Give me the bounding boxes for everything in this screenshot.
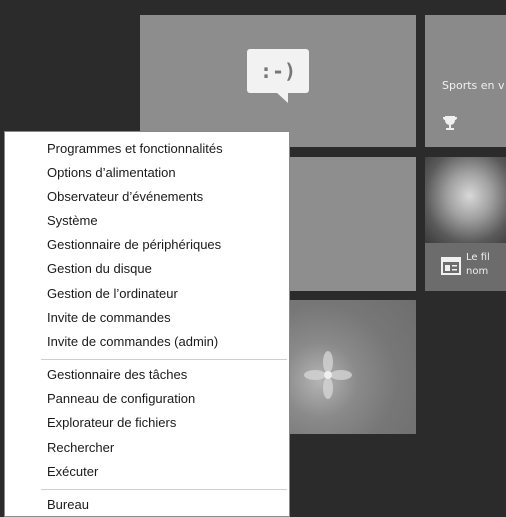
speech-bubble-icon: :-) bbox=[247, 49, 309, 93]
news-headline-line1: Le fil bbox=[466, 252, 490, 263]
menu-item-desktop[interactable]: Bureau bbox=[47, 497, 89, 513]
menu-item-event-viewer[interactable]: Observateur d’événements bbox=[47, 189, 203, 205]
menu-item-power-options[interactable]: Options d’alimentation bbox=[47, 165, 176, 181]
context-menu: Programmes et fonctionnalités Options d’… bbox=[4, 131, 290, 517]
emoticon-text: :-) bbox=[259, 59, 297, 83]
sports-tile-label: Sports en v bbox=[442, 79, 505, 92]
news-tile[interactable]: Le fil nom bbox=[425, 157, 506, 291]
menu-item-device-manager[interactable]: Gestionnaire de périphériques bbox=[47, 237, 221, 253]
menu-item-command-prompt[interactable]: Invite de commandes bbox=[47, 310, 171, 326]
menu-item-command-prompt-admin[interactable]: Invite de commandes (admin) bbox=[47, 334, 218, 350]
menu-item-disk-management[interactable]: Gestion du disque bbox=[47, 261, 152, 277]
sports-tile[interactable]: Sports en v bbox=[425, 15, 506, 147]
news-headline-line2: nom bbox=[466, 266, 489, 277]
blank-tile[interactable] bbox=[288, 157, 416, 291]
photos-tile[interactable] bbox=[288, 300, 416, 434]
flower-icon bbox=[304, 351, 352, 399]
menu-item-programs[interactable]: Programmes et fonctionnalités bbox=[47, 141, 223, 157]
speech-bubble-tail bbox=[276, 92, 288, 103]
menu-separator bbox=[41, 359, 287, 360]
newspaper-icon bbox=[441, 257, 461, 275]
menu-item-computer-management[interactable]: Gestion de l’ordinateur bbox=[47, 286, 178, 302]
menu-item-file-explorer[interactable]: Explorateur de fichiers bbox=[47, 415, 176, 431]
menu-item-run[interactable]: Exécuter bbox=[47, 464, 98, 480]
menu-item-search[interactable]: Rechercher bbox=[47, 440, 114, 456]
news-caption-bar: Le fil nom bbox=[425, 243, 506, 291]
menu-item-control-panel[interactable]: Panneau de configuration bbox=[47, 391, 195, 407]
menu-item-task-manager[interactable]: Gestionnaire des tâches bbox=[47, 367, 187, 383]
menu-item-system[interactable]: Système bbox=[47, 213, 98, 229]
feedback-tile[interactable]: :-) bbox=[140, 15, 416, 147]
trophy-icon bbox=[443, 116, 457, 130]
news-photo bbox=[425, 157, 506, 243]
menu-separator bbox=[41, 489, 287, 490]
